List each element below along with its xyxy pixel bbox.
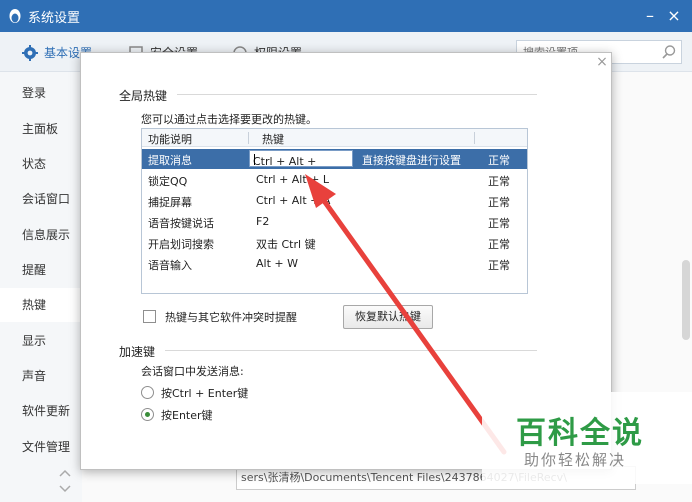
gear-icon bbox=[22, 44, 38, 61]
sidebar-item-sound[interactable]: 声音 bbox=[0, 359, 82, 393]
row-hotkey: 双击 Ctrl 键 bbox=[256, 238, 316, 251]
sidebar-item-info-display[interactable]: 信息展示 bbox=[0, 218, 82, 252]
watermark-title: 百科全说 bbox=[516, 416, 644, 451]
settings-sidebar: 登录 主面板 状态 会话窗口 信息展示 提醒 热键 显示 声音 软件更新 文件管… bbox=[0, 72, 82, 502]
close-window-button[interactable]: × bbox=[664, 5, 684, 27]
section-divider bbox=[165, 350, 537, 351]
column-hotkey: 热键 bbox=[262, 133, 284, 146]
hotkey-edit-input[interactable]: Ctrl + Alt + bbox=[249, 150, 353, 168]
global-hotkey-heading: 全局热键 bbox=[119, 89, 168, 103]
table-row[interactable]: 捕捉屏幕 Ctrl + Alt + A 正常 bbox=[142, 191, 527, 211]
sidebar-item-status[interactable]: 状态 bbox=[0, 147, 82, 181]
row-status: 正常 bbox=[488, 217, 510, 230]
sidebar-item-display[interactable]: 显示 bbox=[0, 324, 82, 358]
sidebar-item-chat-window[interactable]: 会话窗口 bbox=[0, 182, 82, 216]
chevron-down-icon[interactable] bbox=[58, 484, 72, 494]
restore-default-hotkeys-button[interactable]: 恢复默认热键 bbox=[343, 305, 433, 329]
sidebar-item-file-manage[interactable]: 文件管理 bbox=[0, 430, 82, 464]
row-status: 正常 bbox=[488, 238, 510, 251]
send-enter-label: 按Enter键 bbox=[161, 409, 213, 422]
row-func: 捕捉屏幕 bbox=[148, 196, 192, 209]
row-hotkey: Alt + W bbox=[256, 257, 298, 270]
table-row[interactable]: 提取消息 Ctrl + Alt + 直接按键盘进行设置 正常 bbox=[142, 149, 527, 169]
chevron-up-icon[interactable] bbox=[58, 468, 72, 478]
sidebar-item-login[interactable]: 登录 bbox=[0, 76, 82, 110]
search-icon[interactable] bbox=[661, 44, 677, 60]
row-status: 正常 bbox=[488, 154, 510, 167]
send-ctrl-enter-radio[interactable] bbox=[141, 386, 154, 399]
conflict-reminder-checkbox[interactable] bbox=[143, 310, 156, 323]
row-hotkey: F2 bbox=[256, 215, 270, 228]
hotkey-hint-text: 您可以通过点击选择要更改的热键。 bbox=[141, 113, 317, 126]
window-title: 系统设置 bbox=[28, 10, 81, 26]
row-func: 提取消息 bbox=[148, 154, 192, 167]
send-ctrl-enter-label: 按Ctrl + Enter键 bbox=[161, 387, 249, 400]
row-status: 正常 bbox=[488, 175, 510, 188]
conflict-reminder-label: 热键与其它软件冲突时提醒 bbox=[165, 311, 297, 324]
minimize-button[interactable]: – bbox=[640, 5, 660, 27]
hotkey-edit-value: Ctrl + Alt + bbox=[253, 155, 317, 168]
accelerator-heading: 加速键 bbox=[119, 345, 156, 359]
row-status: 正常 bbox=[488, 259, 510, 272]
dialog-close-button[interactable]: × bbox=[595, 55, 609, 69]
sidebar-item-reminder[interactable]: 提醒 bbox=[0, 253, 82, 287]
send-message-label: 会话窗口中发送消息: bbox=[141, 365, 244, 378]
row-func: 语音按键说话 bbox=[148, 217, 214, 230]
table-row[interactable]: 语音按键说话 F2 正常 bbox=[142, 212, 527, 232]
background-scrollbar[interactable] bbox=[682, 260, 690, 340]
text-cursor bbox=[254, 154, 255, 165]
row-tip: 直接按键盘进行设置 bbox=[362, 154, 461, 167]
column-separator bbox=[474, 132, 475, 144]
section-divider bbox=[177, 94, 537, 95]
row-hotkey: Ctrl + Alt + L bbox=[256, 173, 330, 186]
qq-penguin-icon bbox=[9, 9, 21, 23]
row-status: 正常 bbox=[488, 196, 510, 209]
title-bar: 系统设置 – × bbox=[0, 0, 692, 32]
watermark-logo: 百科全说 助你轻松解决 bbox=[482, 392, 692, 484]
row-func: 语音输入 bbox=[148, 259, 192, 272]
table-row[interactable]: 语音输入 Alt + W 正常 bbox=[142, 254, 527, 274]
hotkey-table-header: 功能说明 热键 bbox=[142, 129, 527, 147]
table-row[interactable]: 锁定QQ Ctrl + Alt + L 正常 bbox=[142, 170, 527, 190]
column-separator bbox=[248, 132, 249, 144]
send-enter-radio[interactable] bbox=[141, 408, 154, 421]
row-hotkey: Ctrl + Alt + A bbox=[256, 194, 331, 207]
column-func: 功能说明 bbox=[148, 133, 192, 146]
row-func: 锁定QQ bbox=[148, 175, 188, 188]
sidebar-item-hotkey[interactable]: 热键 bbox=[0, 288, 82, 322]
sidebar-item-main-panel[interactable]: 主面板 bbox=[0, 112, 82, 146]
table-row[interactable]: 开启划词搜索 双击 Ctrl 键 正常 bbox=[142, 233, 527, 253]
hotkey-table: 功能说明 热键 提取消息 Ctrl + Alt + 直接按键盘进行设置 正常 锁… bbox=[141, 128, 528, 294]
sidebar-item-update[interactable]: 软件更新 bbox=[0, 394, 82, 428]
row-func: 开启划词搜索 bbox=[148, 238, 214, 251]
watermark-subtitle: 助你轻松解决 bbox=[524, 451, 627, 469]
